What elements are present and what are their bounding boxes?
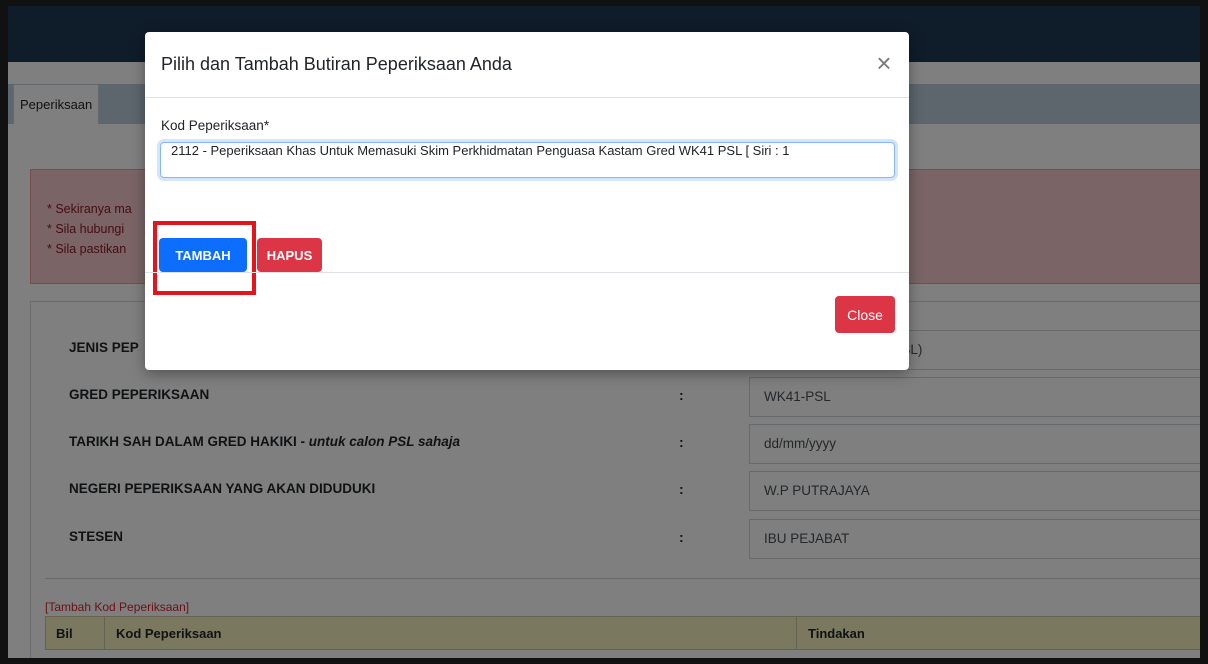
modal-footer-divider (145, 272, 909, 273)
close-icon[interactable]: × (869, 48, 899, 78)
close-button[interactable]: Close (835, 296, 895, 333)
exam-code-label: Kod Peperiksaan* (161, 118, 270, 133)
modal-header: Pilih dan Tambah Butiran Peperiksaan And… (145, 32, 909, 98)
exam-selection-modal: Pilih dan Tambah Butiran Peperiksaan And… (145, 32, 909, 370)
tambah-button[interactable]: TAMBAH (159, 238, 247, 272)
modal-title: Pilih dan Tambah Butiran Peperiksaan And… (161, 54, 512, 74)
hapus-button[interactable]: HAPUS (257, 238, 322, 272)
exam-code-select[interactable]: 2112 - Peperiksaan Khas Untuk Memasuki S… (160, 142, 895, 178)
app-window: Peperiksaan * Sekiranya ma * Sila hubung… (8, 6, 1200, 658)
exam-code-selected-value: 2112 - Peperiksaan Khas Untuk Memasuki S… (171, 143, 790, 158)
